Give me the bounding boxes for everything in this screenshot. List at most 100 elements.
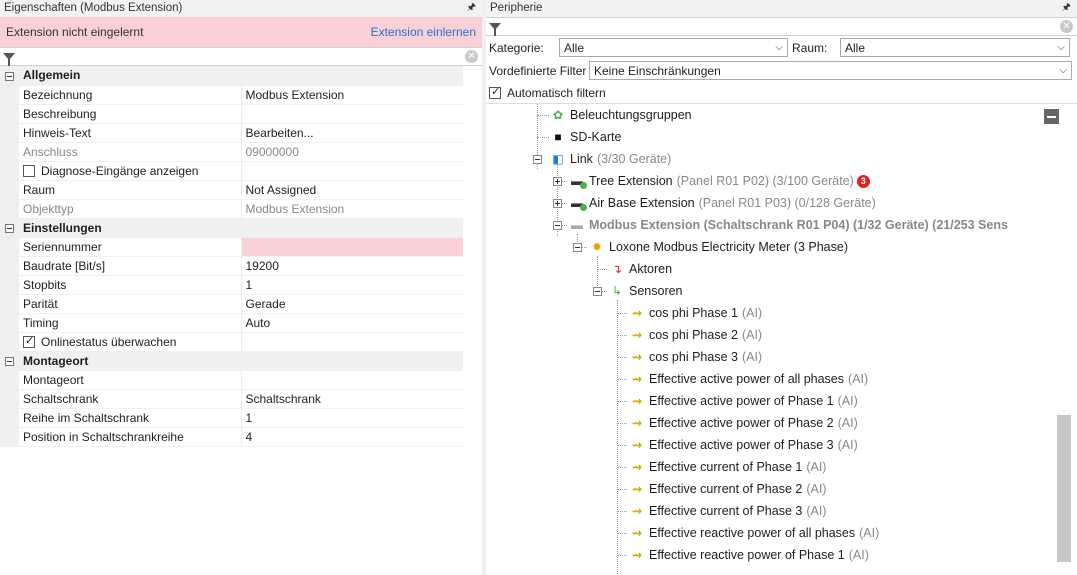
row-gutter [0,332,19,352]
section-header[interactable]: Einstellungen [0,218,463,238]
collapse-all-button[interactable] [1044,109,1059,124]
expand-toggle[interactable] [553,177,562,186]
raum-select[interactable]: Alle ⌵ [840,38,1070,57]
property-row[interactable]: Raum Not Assigned [0,180,463,200]
property-value[interactable] [241,370,463,390]
properties-grid: Allgemein Bezeichnung Modbus Extension Besc… [0,66,463,447]
property-row[interactable]: Position in Schaltschrankreihe 4 [0,427,463,447]
property-row[interactable]: Onlinestatus überwachen [0,332,463,352]
property-row[interactable]: Baudrate [Bit/s] 19200 [0,256,463,276]
predefined-filter-select[interactable]: Keine Einschränkungen ⌵ [589,61,1072,80]
row-gutter [0,313,19,333]
property-value[interactable]: Auto [241,313,463,333]
row-gutter [0,275,19,295]
property-value[interactable]: 1 [241,408,463,428]
tree-node-sensor[interactable]: ⇝ Effective reactive power of Phase 1 (AI) [629,544,869,566]
node-meta: (AI) [806,460,827,474]
property-name: Montageort [19,370,242,390]
extension-icon: ▬ [569,174,587,189]
pin-icon[interactable]: 🖈 [467,0,476,16]
property-value[interactable]: 19200 [241,256,463,276]
tree-node-electricity-meter[interactable]: ✹ Loxone Modbus Electricity Meter (3 Pha… [589,236,848,258]
tree-node-aktoren[interactable]: ↴ Aktoren [609,258,672,280]
tree-node-sensor[interactable]: ⇝ cos phi Phase 1 (AI) [629,302,762,324]
analog-input-icon: ⇝ [631,548,643,562]
property-value[interactable]: Not Assigned [241,180,463,200]
section-header[interactable]: Allgemein [0,66,463,86]
checkbox-cell[interactable]: Diagnose-Eingänge anzeigen [19,161,242,181]
properties-panel-title: Eigenschaften (Modbus Extension) 🖈 [0,0,482,17]
collapse-toggle[interactable] [0,218,19,238]
collapse-toggle[interactable] [573,243,582,252]
collapse-toggle[interactable] [0,351,19,371]
property-row[interactable]: Reihe im Schaltschrank 1 [0,408,463,428]
clear-search-icon[interactable]: ✕ [1060,20,1073,33]
kategorie-label: Kategorie: [489,40,544,55]
row-gutter [0,199,19,219]
expand-toggle[interactable] [553,199,562,208]
property-value[interactable]: Bearbeiten... [241,123,463,143]
node-label: cos phi Phase 1 [649,306,738,320]
tree-node-sensor[interactable]: ⇝ Effective reactive power of all phases(… [629,522,879,544]
collapse-toggle[interactable] [593,287,602,296]
property-row[interactable]: Montageort [0,370,463,390]
tree-node-sensor[interactable]: ⇝ cos phi Phase 2 (AI) [629,324,762,346]
property-row[interactable]: Seriennummer [0,237,463,257]
tree-node-sd-karte[interactable]: ■ SD-Karte [550,126,621,148]
property-name: Anschluss [19,142,242,162]
collapse-toggle[interactable] [0,66,19,86]
property-row[interactable]: Stopbits 1 [0,275,463,295]
property-row[interactable]: Hinweis-Text Bearbeiten... [0,123,463,143]
tree-node-sensor[interactable]: ⇝ Effective current of Phase 3 (AI) [629,500,827,522]
section-label: Montageort [19,351,463,371]
scrollbar-thumb[interactable] [1057,415,1071,562]
tree-node-sensor[interactable]: ⇝ cos phi Phase 3 (AI) [629,346,762,368]
property-value[interactable] [241,104,463,124]
tree-node-air-base-extension[interactable]: ▬ Air Base Extension (Panel R01 P03) (0/… [569,192,876,214]
property-value[interactable]: 4 [241,427,463,447]
property-row[interactable]: Objekttyp Modbus Extension [0,199,463,219]
collapse-toggle[interactable] [533,155,542,164]
pair-extension-link[interactable]: Extension einlernen [371,25,476,39]
tree-node-tree-extension[interactable]: ▬ Tree Extension (Panel R01 P02) (3/100 … [569,170,870,192]
section-header[interactable]: Montageort [0,351,463,371]
property-checkbox[interactable] [23,165,35,178]
tree-node-sensor[interactable]: ⇝ Effective current of Phase 1 (AI) [629,456,827,478]
tree-node-modbus-extension[interactable]: ▬ Modbus Extension (Schaltschrank R01 P0… [569,214,1008,236]
tree-node-sensoren[interactable]: ↳ Sensoren [609,280,683,302]
property-row[interactable]: Beschreibung [0,104,463,124]
tree-node-sensor[interactable]: ⇝ Effective current of Phase 2 (AI) [629,478,827,500]
kategorie-select[interactable]: Alle ⌵ [559,38,788,57]
analog-input-icon: ⇝ [631,438,643,452]
property-row[interactable]: Parität Gerade [0,294,463,314]
node-meta: (Panel R01 P02) (3/100 Geräte) [676,174,854,188]
clear-filter-icon[interactable]: ✕ [465,50,478,63]
property-value[interactable] [241,237,463,257]
property-value[interactable]: Schaltschrank [241,389,463,409]
auto-filter-checkbox[interactable] [489,85,501,99]
property-value[interactable]: Modbus Extension [241,85,463,105]
properties-filter-bar[interactable]: ✕ [0,47,482,66]
tree-node-sensor[interactable]: ⇝ Effective active power of all phases (AI… [629,368,868,390]
property-row[interactable]: Schaltschrank Schaltschrank [0,389,463,409]
property-row[interactable]: Timing Auto [0,313,463,333]
pin-icon[interactable]: 🖈 [1062,0,1071,16]
tree-node-link[interactable]: ◧ Link (3/30 Geräte) [550,148,671,170]
peripherals-search-bar[interactable]: ✕ [486,17,1077,36]
collapse-toggle[interactable] [553,221,562,230]
analog-input-icon: ⇝ [631,504,643,518]
tree-node-sensor[interactable]: ⇝ Effective active power of Phase 2 (AI) [629,412,858,434]
node-label: Link [570,152,593,166]
property-row[interactable]: Bezeichnung Modbus Extension [0,85,463,105]
tree-node-sensor[interactable]: ⇝ Effective active power of Phase 3 (AI) [629,434,858,456]
tree-node-sensor[interactable]: ⇝ Effective active power of Phase 1 (AI) [629,390,858,412]
property-row[interactable]: Diagnose-Eingänge anzeigen [0,161,463,181]
tree-node-beleuchtungsgruppen[interactable]: ✿ Beleuchtungsgruppen [550,104,692,126]
property-checkbox[interactable] [23,334,35,349]
property-value[interactable]: Gerade [241,294,463,314]
checkbox-cell[interactable]: Onlinestatus überwachen [19,332,242,352]
meter-icon: ✹ [591,240,603,254]
property-value[interactable]: 1 [241,275,463,295]
peripherals-tree: ✿ Beleuchtungsgruppen ■ SD-Karte ◧ Link … [486,103,1077,575]
property-row[interactable]: Anschluss 09000000 [0,142,463,162]
